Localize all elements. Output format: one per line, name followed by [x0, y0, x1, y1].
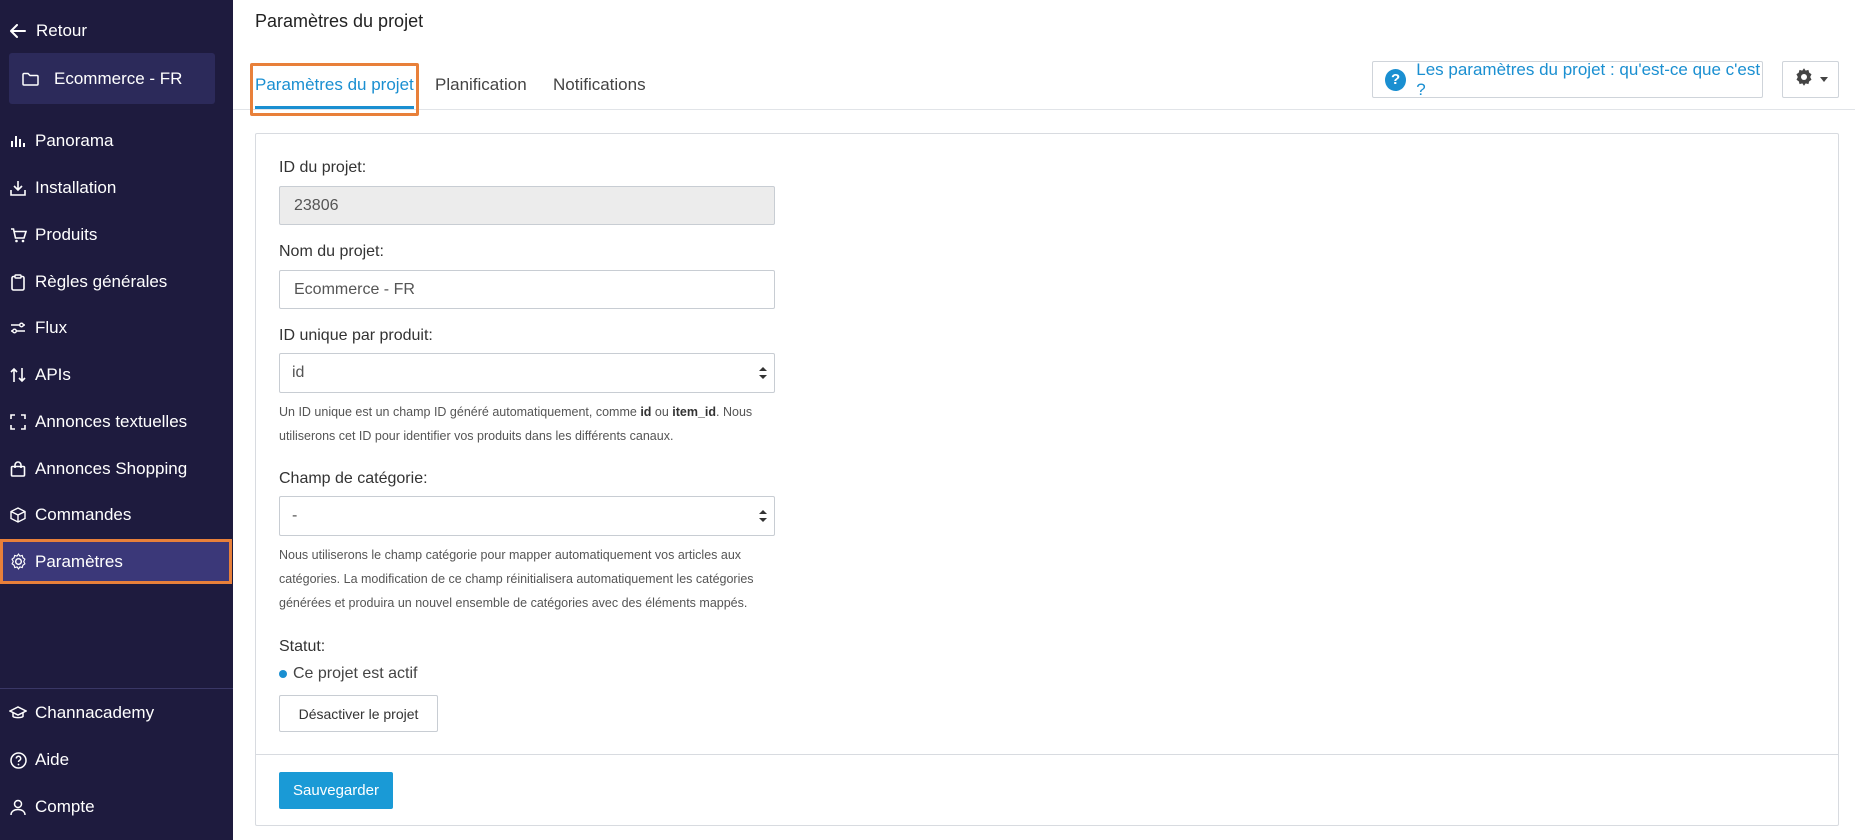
- unique-id-select[interactable]: id: [279, 353, 775, 393]
- box-icon: [9, 506, 27, 524]
- sidebar: Retour Ecommerce - FR Panorama Installat…: [0, 0, 233, 840]
- sidebar-item-label: Panorama: [35, 131, 114, 150]
- sidebar-item-label: Annonces Shopping: [35, 459, 188, 478]
- sidebar-item-parametres[interactable]: Paramètres: [0, 539, 232, 584]
- main-content: Paramètres du projet Paramètres du proje…: [233, 0, 1855, 840]
- sidebar-item-compte[interactable]: Compte: [0, 787, 233, 827]
- sidebar-item-label: Règles générales: [35, 272, 168, 291]
- sidebar-item-label: Aide: [35, 750, 70, 769]
- caret-down-icon: [1819, 77, 1828, 82]
- settings-dropdown-button[interactable]: [1782, 61, 1839, 98]
- sidebar-item-installation[interactable]: Installation: [0, 168, 233, 208]
- help-button[interactable]: ? Les paramètres du projet : qu'est-ce q…: [1372, 59, 1763, 99]
- back-label: Retour: [36, 21, 88, 40]
- sidebar-item-label: Commandes: [35, 505, 132, 524]
- sidebar-item-label: Channacademy: [35, 703, 155, 722]
- sidebar-item-label: Installation: [35, 178, 117, 197]
- graduation-cap-icon: [9, 704, 27, 722]
- up-down-arrows-icon: [9, 366, 27, 384]
- back-link[interactable]: Retour: [10, 19, 87, 43]
- select-arrows-icon: [759, 367, 767, 379]
- frame-corners-icon: [9, 413, 27, 431]
- sidebar-divider: [0, 688, 233, 689]
- bar-chart-icon: [9, 132, 27, 150]
- sidebar-item-annonces-textuelles[interactable]: Annonces textuelles: [0, 402, 233, 442]
- unique-id-help-text: Un ID unique est un champ ID généré auto…: [279, 405, 753, 443]
- tab-planification[interactable]: Planification: [435, 60, 527, 110]
- gear-icon: [9, 553, 27, 571]
- sidebar-item-channacademy[interactable]: Channacademy: [0, 693, 233, 733]
- help-button-label: Les paramètres du projet : qu'est-ce que…: [1416, 59, 1761, 99]
- clipboard-icon: [9, 273, 27, 291]
- page-title: Paramètres du projet: [255, 11, 424, 31]
- question-circle-icon: [9, 751, 27, 769]
- category-value: -: [292, 507, 298, 524]
- sidebar-item-label: Flux: [35, 318, 68, 337]
- sidebar-item-label: Paramètres: [35, 551, 123, 571]
- category-label: Champ de catégorie:: [279, 470, 428, 487]
- project-name-value: Ecommerce - FR: [294, 280, 415, 298]
- cart-icon: [9, 226, 27, 244]
- sidebar-item-commandes[interactable]: Commandes: [0, 495, 233, 535]
- arrow-left-icon: [10, 24, 30, 38]
- shopping-bag-icon: [9, 460, 27, 478]
- project-id-field: 23806: [279, 186, 775, 225]
- active-tab-underline: [255, 106, 414, 109]
- project-name-field[interactable]: Ecommerce - FR: [279, 270, 775, 309]
- sidebar-item-label: Produits: [35, 225, 98, 244]
- sidebar-item-aide[interactable]: Aide: [0, 740, 233, 780]
- sidebar-item-apis[interactable]: APIs: [0, 355, 233, 395]
- status-dot: [279, 670, 287, 678]
- sidebar-item-label: Annonces textuelles: [35, 412, 188, 431]
- status-value: Ce projet est actif: [293, 665, 418, 682]
- category-select[interactable]: -: [279, 496, 775, 536]
- download-tray-icon: [9, 179, 27, 197]
- unique-id-value: id: [292, 364, 305, 381]
- sidebar-item-label: APIs: [35, 365, 71, 384]
- question-circle-icon: ?: [1385, 68, 1407, 91]
- sidebar-item-regles-generales[interactable]: Règles générales: [0, 262, 233, 302]
- user-icon: [9, 798, 27, 816]
- status-label: Statut:: [279, 638, 326, 655]
- project-id-label: ID du projet:: [279, 159, 367, 176]
- settings-panel: ID du projet: 23806 Nom du projet: Ecomm…: [255, 133, 1839, 826]
- project-name-label: Nom du projet:: [279, 243, 384, 260]
- unique-id-label: ID unique par produit:: [279, 327, 433, 344]
- status-indicator: Ce projet est actif: [279, 665, 418, 683]
- sidebar-item-produits[interactable]: Produits: [0, 215, 233, 255]
- sidebar-item-annonces-shopping[interactable]: Annonces Shopping: [0, 449, 233, 489]
- project-selector[interactable]: Ecommerce - FR: [9, 53, 215, 104]
- deactivate-project-button[interactable]: Désactiver le projet: [279, 695, 438, 732]
- sidebar-item-label: Compte: [35, 797, 95, 816]
- sidebar-item-flux[interactable]: Flux: [0, 308, 233, 348]
- save-button[interactable]: Sauvegarder: [279, 772, 393, 809]
- folder-icon: [22, 72, 42, 86]
- select-arrows-icon: [759, 510, 767, 522]
- tab-notifications[interactable]: Notifications: [553, 60, 646, 110]
- project-name: Ecommerce - FR: [54, 68, 183, 88]
- sidebar-item-panorama[interactable]: Panorama: [0, 121, 233, 161]
- sliders-icon: [9, 319, 27, 337]
- panel-footer: [256, 754, 1838, 826]
- category-help-text: Nous utiliserons le champ catégorie pour…: [279, 548, 754, 610]
- gear-icon: [1794, 67, 1814, 92]
